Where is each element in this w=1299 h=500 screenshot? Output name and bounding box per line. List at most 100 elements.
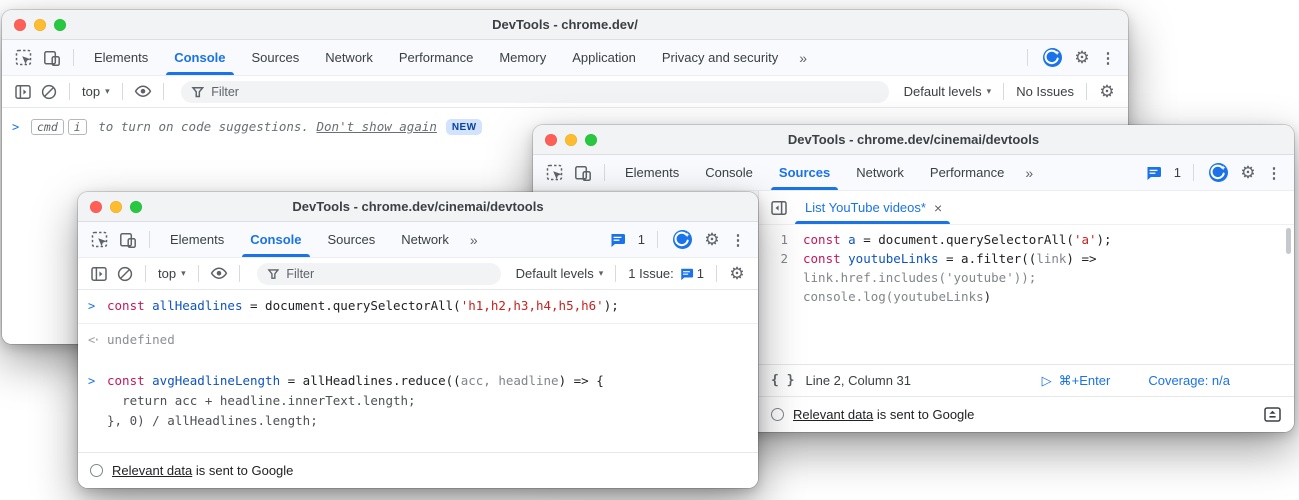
log-levels-label: Default levels bbox=[516, 266, 594, 281]
tab-performance[interactable]: Performance bbox=[386, 40, 486, 75]
inspect-element-icon[interactable] bbox=[10, 45, 38, 71]
tab-network[interactable]: Network bbox=[388, 222, 462, 257]
device-toolbar-icon[interactable] bbox=[114, 227, 142, 253]
tab-performance[interactable]: Performance bbox=[917, 155, 1017, 190]
tab-console[interactable]: Console bbox=[237, 222, 314, 257]
log-levels-dropdown[interactable]: Default levels ▾ bbox=[899, 84, 997, 99]
clear-console-icon[interactable] bbox=[36, 80, 62, 104]
inspect-element-icon[interactable] bbox=[541, 160, 569, 186]
code-text: console.log(youtubeLinks) bbox=[803, 287, 991, 306]
editor-tab-strip: List YouTube videos* × bbox=[759, 191, 1294, 225]
hint-message-text[interactable]: cmdi to turn on code suggestions. Don't … bbox=[31, 117, 437, 137]
tab-memory[interactable]: Memory bbox=[486, 40, 559, 75]
console-toolbar: top ▾ Default levels ▾ No Issues ⚙ bbox=[2, 76, 1128, 108]
divider bbox=[1193, 164, 1194, 181]
console-settings-gear-icon[interactable]: ⚙ bbox=[724, 264, 750, 284]
tab-console[interactable]: Console bbox=[692, 155, 766, 190]
code-line: 2 const youtubeLinks = a.filter((link) =… bbox=[759, 249, 1294, 268]
tab-bar-actions: ⚙ ⋮ bbox=[1020, 45, 1128, 71]
cursor-position: Line 2, Column 31 bbox=[805, 373, 911, 388]
divider bbox=[145, 265, 146, 282]
issue-label: 1 Issue: bbox=[628, 266, 674, 281]
clear-console-icon[interactable] bbox=[112, 262, 138, 286]
filter-input[interactable] bbox=[286, 267, 490, 281]
code-editor[interactable]: 1 const a = document.querySelectorAll('a… bbox=[759, 225, 1294, 364]
pretty-print-icon[interactable]: { } bbox=[771, 373, 794, 388]
editor-status-bar: { } Line 2, Column 31 ▷ ⌘+Enter Coverage… bbox=[759, 364, 1294, 396]
issues-status[interactable]: 1 Issue: 1 bbox=[623, 266, 709, 281]
more-tabs-icon[interactable]: » bbox=[1017, 165, 1040, 181]
scrollbar-thumb[interactable] bbox=[1286, 228, 1291, 254]
issues-count[interactable]: 1 bbox=[1174, 165, 1181, 180]
chevron-down-icon: ▾ bbox=[105, 86, 110, 97]
titlebar[interactable]: DevTools - chrome.dev/ bbox=[2, 10, 1128, 40]
settings-gear-icon[interactable]: ⚙ bbox=[1069, 48, 1095, 68]
window-title: DevTools - chrome.dev/cinemai/devtools bbox=[533, 132, 1294, 147]
coverage-link[interactable]: Coverage: n/a bbox=[1148, 373, 1230, 388]
run-icon: ▷ bbox=[1042, 373, 1052, 389]
tab-application[interactable]: Application bbox=[559, 40, 649, 75]
more-tabs-icon[interactable]: » bbox=[791, 50, 814, 66]
settings-gear-icon[interactable]: ⚙ bbox=[699, 230, 725, 250]
kebab-menu-icon[interactable]: ⋮ bbox=[1264, 164, 1284, 182]
titlebar[interactable]: DevTools - chrome.dev/cinemai/devtools bbox=[533, 125, 1294, 155]
tab-network[interactable]: Network bbox=[843, 155, 917, 190]
filter-box[interactable] bbox=[181, 81, 889, 103]
device-toolbar-icon[interactable] bbox=[38, 45, 66, 71]
titlebar[interactable]: DevTools - chrome.dev/cinemai/devtools bbox=[78, 192, 758, 222]
tab-console[interactable]: Console bbox=[161, 40, 238, 75]
more-tabs-icon[interactable]: » bbox=[462, 232, 485, 248]
issues-bubble-icon[interactable] bbox=[604, 227, 632, 253]
tab-privacy-security[interactable]: Privacy and security bbox=[649, 40, 791, 75]
filter-input[interactable] bbox=[211, 85, 878, 99]
console-expression: const allHeadlines = document.querySelec… bbox=[107, 296, 619, 316]
console-input-entry[interactable]: > const avgHeadlineLength = allHeadlines… bbox=[78, 365, 758, 438]
tab-sources[interactable]: Sources bbox=[239, 40, 313, 75]
console-sidebar-icon[interactable] bbox=[86, 262, 112, 286]
issues-label: No Issues bbox=[1016, 84, 1074, 99]
tab-elements[interactable]: Elements bbox=[81, 40, 161, 75]
context-label: top bbox=[158, 266, 176, 281]
run-snippet-button[interactable]: ▷ ⌘+Enter bbox=[1042, 373, 1111, 389]
live-expression-eye-icon[interactable] bbox=[130, 80, 156, 104]
settings-gear-icon[interactable]: ⚙ bbox=[1235, 163, 1261, 183]
devtools-tab-bar: Elements Console Sources Network Perform… bbox=[2, 40, 1128, 76]
tab-sources[interactable]: Sources bbox=[315, 222, 389, 257]
live-expression-eye-icon[interactable] bbox=[206, 262, 232, 286]
file-tab-label: List YouTube videos* bbox=[805, 200, 926, 215]
inspect-element-icon[interactable] bbox=[86, 227, 114, 253]
console-expression-row: const avgHeadlineLength = allHeadlines.r… bbox=[107, 371, 604, 391]
log-levels-dropdown[interactable]: Default levels ▾ bbox=[511, 266, 609, 281]
issues-status[interactable]: No Issues bbox=[1011, 84, 1079, 99]
kebab-menu-icon[interactable]: ⋮ bbox=[1098, 49, 1118, 67]
code-line: link.href.includes('youtube')); bbox=[759, 268, 1294, 287]
console-expression-row: }, 0) / allHeadlines.length; bbox=[107, 411, 604, 431]
tab-sources[interactable]: Sources bbox=[766, 155, 843, 190]
console-settings-gear-icon[interactable]: ⚙ bbox=[1094, 82, 1120, 102]
console-result-entry[interactable]: <· undefined bbox=[78, 324, 758, 357]
code-text: link.href.includes('youtube')); bbox=[803, 268, 1036, 287]
relevant-data-link[interactable]: Relevant data bbox=[793, 407, 873, 422]
ai-assistance-icon[interactable] bbox=[1204, 160, 1232, 186]
context-selector[interactable]: top ▾ bbox=[77, 84, 115, 99]
tab-elements[interactable]: Elements bbox=[157, 222, 237, 257]
code-line: console.log(youtubeLinks) bbox=[759, 287, 1294, 306]
relevant-data-link[interactable]: Relevant data bbox=[112, 463, 192, 478]
filter-box[interactable] bbox=[257, 263, 501, 285]
tab-elements[interactable]: Elements bbox=[612, 155, 692, 190]
console-input-entry[interactable]: > const allHeadlines = document.querySel… bbox=[78, 290, 758, 324]
ai-assistance-icon[interactable] bbox=[1038, 45, 1066, 71]
close-icon[interactable]: × bbox=[934, 200, 942, 216]
context-selector[interactable]: top ▾ bbox=[153, 266, 191, 281]
line-number: 1 bbox=[759, 230, 803, 249]
ai-assistance-icon[interactable] bbox=[668, 227, 696, 253]
console-sidebar-icon[interactable] bbox=[10, 80, 36, 104]
file-tab-list-youtube-videos[interactable]: List YouTube videos* × bbox=[793, 191, 952, 224]
device-toolbar-icon[interactable] bbox=[569, 160, 597, 186]
hide-navigator-icon[interactable] bbox=[765, 195, 793, 221]
dock-drawer-icon[interactable] bbox=[1263, 406, 1282, 423]
tab-network[interactable]: Network bbox=[312, 40, 386, 75]
issues-bubble-icon[interactable] bbox=[1140, 160, 1168, 186]
issues-count[interactable]: 1 bbox=[638, 232, 645, 247]
kebab-menu-icon[interactable]: ⋮ bbox=[728, 231, 748, 249]
